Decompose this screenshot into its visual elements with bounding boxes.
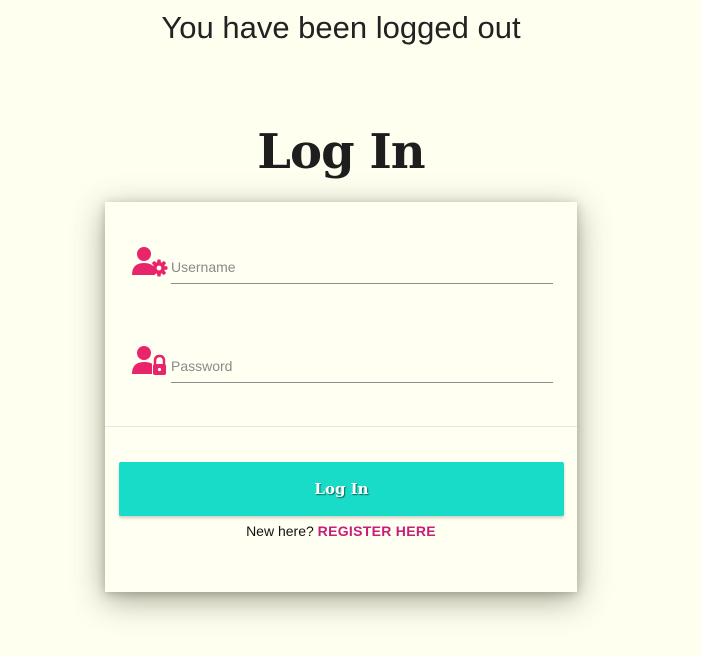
login-button[interactable]: Log In (119, 462, 564, 516)
password-input[interactable] (171, 345, 553, 383)
username-row (131, 246, 553, 286)
login-card: Log In New here? REGISTER HERE (105, 202, 577, 592)
username-input[interactable] (171, 246, 553, 284)
register-line: New here? REGISTER HERE (105, 523, 577, 539)
register-link[interactable]: REGISTER HERE (318, 523, 436, 539)
user-lock-icon (131, 345, 169, 377)
register-prompt: New here? (246, 523, 314, 539)
card-divider (105, 426, 577, 427)
user-gear-icon (131, 246, 169, 278)
logout-message: You have been logged out (161, 10, 521, 45)
password-row (131, 345, 553, 385)
page-title: Log In (257, 124, 425, 180)
